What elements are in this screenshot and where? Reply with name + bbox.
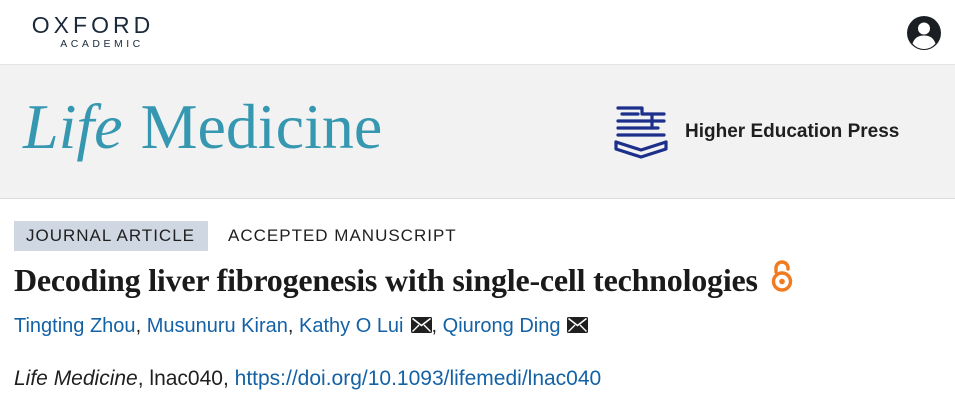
author-link[interactable]: Tingting Zhou (14, 315, 136, 337)
author-separator: , (135, 315, 142, 337)
logo-line-academic: ACADEMIC (60, 38, 144, 50)
author-separator: , (431, 315, 438, 337)
citation-journal: Life Medicine (14, 367, 138, 390)
journal-banner: Life Medicine Higher Education Press (0, 64, 955, 199)
article-status-label: ACCEPTED MANUSCRIPT (228, 226, 457, 245)
journal-title-link[interactable]: Life Medicine (23, 87, 382, 167)
article-title-text: Decoding liver fibrogenesis with single-… (14, 262, 758, 298)
author-link[interactable]: Qiurong Ding (443, 315, 561, 337)
oxford-academic-logo[interactable]: OXFORD ACADEMIC (23, 13, 163, 50)
citation-separator: , (222, 367, 235, 390)
article-citation: Life Medicine, lnac040, https://doi.org/… (14, 364, 601, 394)
user-account-icon[interactable] (907, 16, 941, 50)
site-header: OXFORD ACADEMIC (0, 0, 955, 64)
citation-article-id: lnac040 (149, 367, 223, 390)
publisher-name: Higher Education Press (685, 121, 900, 142)
author-list: Tingting Zhou, Musunuru Kiran, Kathy O L… (14, 311, 589, 341)
journal-title-italic: Life (23, 91, 123, 162)
journal-title-rest: Medicine (140, 91, 383, 162)
author-link[interactable]: Kathy O Lui (299, 315, 404, 337)
doi-link[interactable]: https://doi.org/10.1093/lifemedi/lnac040 (235, 367, 602, 390)
logo-line-oxford: OXFORD (31, 12, 155, 38)
author-link[interactable]: Musunuru Kiran (147, 315, 288, 337)
article-type-badge: JOURNAL ARTICLE (14, 221, 208, 251)
article-tags: JOURNAL ARTICLE ACCEPTED MANUSCRIPT (14, 221, 457, 251)
hep-logo-icon (614, 106, 668, 159)
article-title: Decoding liver fibrogenesis with single-… (14, 258, 794, 302)
author-separator: , (287, 315, 294, 337)
citation-separator: , (137, 367, 150, 390)
email-icon[interactable] (410, 317, 432, 333)
publisher-logo[interactable]: Higher Education Press (612, 104, 899, 160)
email-icon[interactable] (567, 317, 589, 333)
open-access-icon (771, 260, 793, 292)
